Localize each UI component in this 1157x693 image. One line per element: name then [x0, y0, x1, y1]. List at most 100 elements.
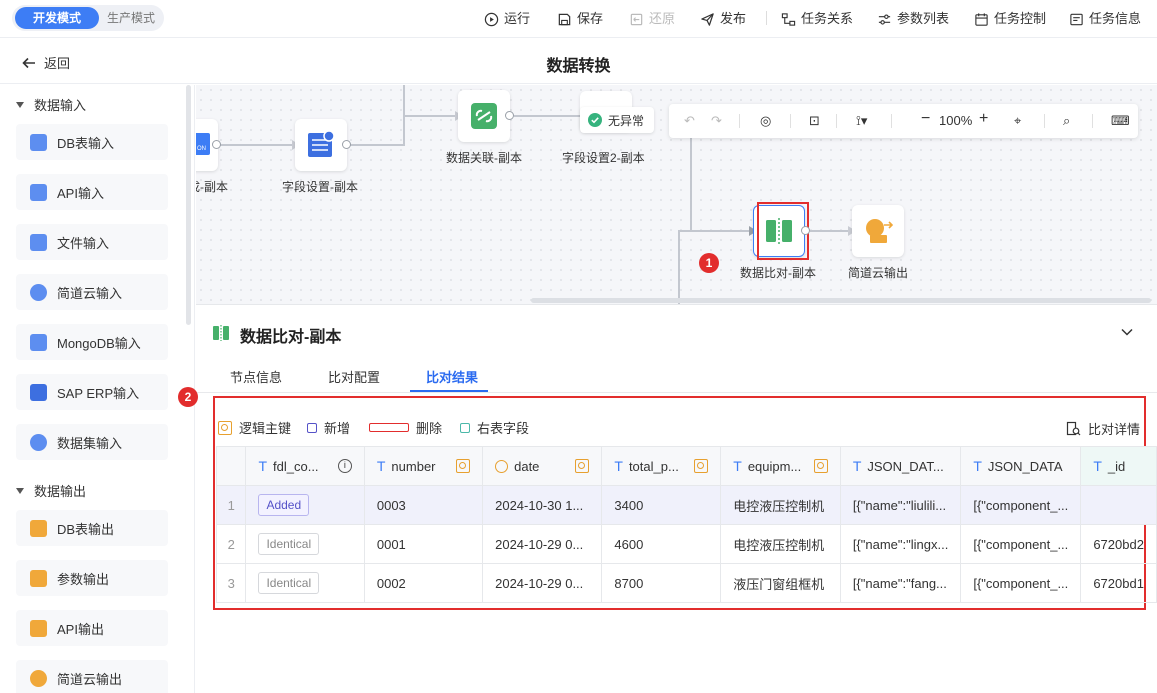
play-icon	[484, 12, 499, 26]
column-header[interactable]: Tequipm...	[720, 446, 841, 486]
canvas-horizontal-scrollbar[interactable]	[531, 298, 1151, 303]
sliders-icon	[878, 13, 891, 25]
status-badge: Identical	[258, 533, 320, 555]
info-icon[interactable]: i	[337, 459, 352, 473]
jdy-cloud-icon	[866, 219, 894, 243]
sidebar-item-sap-input[interactable]: SAP ERP输入	[16, 374, 168, 410]
output-port[interactable]	[801, 226, 810, 235]
output-port[interactable]	[505, 111, 514, 120]
chevron-down-icon[interactable]	[1120, 327, 1134, 337]
table-cell: 0001	[363, 524, 484, 564]
panel-title: 数据比对-副本	[240, 329, 342, 346]
sidebar-item-dataset-input[interactable]: 数据集输入	[16, 424, 168, 460]
table-row[interactable]: 3 Identical 0002 2024-10-29 0... 8700 液压…	[215, 563, 1157, 603]
column-header[interactable]: date	[482, 446, 603, 486]
text-type-icon: T	[258, 458, 268, 474]
task-relation-button[interactable]: 任务关系	[781, 9, 853, 29]
compare-detail-label: 比对详情	[1088, 422, 1141, 437]
sidebar-item-jdy-input[interactable]: 简道云输入	[16, 274, 168, 310]
column-header[interactable]: T _id	[1080, 446, 1157, 486]
api-icon	[30, 619, 47, 637]
column-label: number	[391, 458, 436, 474]
restore-button[interactable]: 还原	[629, 9, 675, 29]
sidebar-item-param-output[interactable]: 参数输出	[16, 560, 168, 596]
column-header[interactable]: Ttotal_p...	[601, 446, 722, 486]
flow-canvas[interactable]: ON 成-副本 字段设置-副本 数据关联-副本 字段设置2-副本 无异常 ↶ ↷…	[196, 85, 1157, 304]
back-button[interactable]: 返回	[22, 53, 70, 72]
search-icon[interactable]: ⌕	[1063, 113, 1070, 129]
sidebar-item-jdy-output[interactable]: 简道云输出	[16, 660, 168, 693]
row-number: 1	[215, 485, 247, 525]
sidebar-item-db-input[interactable]: DB表输入	[16, 124, 168, 160]
task-info-button[interactable]: 任务信息	[1069, 9, 1141, 29]
tab-compare-config[interactable]: 比对配置	[328, 367, 380, 386]
send-icon	[701, 12, 714, 26]
column-header[interactable]: Tnumber	[363, 446, 484, 486]
key-icon	[218, 420, 232, 435]
zoom-in-icon[interactable]: +	[979, 110, 988, 128]
output-port[interactable]	[342, 140, 351, 149]
keyboard-icon[interactable]: ⌨	[1111, 113, 1130, 129]
zoom-out-icon[interactable]: −	[921, 110, 930, 128]
legend-swatch	[460, 422, 470, 433]
sidebar-group-input[interactable]: 数据输入	[16, 95, 86, 114]
database-icon	[30, 133, 47, 151]
api-icon	[30, 183, 47, 201]
sidebar-item-api-input[interactable]: API输入	[16, 174, 168, 210]
column-label: total_p...	[628, 458, 679, 474]
zoom-level: 100%	[939, 113, 973, 128]
param-list-button[interactable]: 参数列表	[877, 9, 949, 29]
node-data-join[interactable]	[458, 90, 510, 142]
column-label: _id	[1107, 458, 1126, 474]
group-label: 数据输出	[34, 484, 87, 499]
status-indicator[interactable]: 无异常	[580, 107, 654, 133]
auto-layout-icon[interactable]: ◎	[760, 113, 771, 129]
node-field-setting[interactable]	[295, 119, 347, 171]
status-cell: Identical	[245, 524, 365, 564]
column-header[interactable]: Tfdl_co... i	[245, 446, 365, 486]
panel-tabs: 节点信息 比对配置 比对结果	[196, 355, 1157, 393]
tab-compare-result[interactable]: 比对结果	[426, 367, 478, 386]
sidebar-item-file-input[interactable]: 文件输入	[16, 224, 168, 260]
node-jdy-output[interactable]	[852, 205, 904, 257]
database-icon	[30, 519, 47, 537]
legend-swatch	[369, 423, 409, 432]
redo-icon[interactable]: ↷	[711, 113, 722, 129]
fit-view-icon[interactable]: ⊡	[809, 113, 820, 129]
undo-icon[interactable]: ↶	[684, 113, 695, 129]
locate-icon[interactable]: ⌖	[1014, 113, 1021, 129]
column-header[interactable]: T JSON_DAT...	[839, 446, 962, 486]
table-cell: [{"component_...	[960, 524, 1082, 564]
table-row[interactable]: 1 Added 0003 2024-10-30 1... 3400 电控液压控制…	[215, 485, 1157, 525]
field-settings-icon	[308, 130, 335, 157]
publish-label: 发布	[720, 11, 747, 26]
node-detail-panel: 数据比对-副本 节点信息 比对配置 比对结果 2 逻辑主键 新增 删除 右表字段…	[178, 304, 1157, 693]
column-header[interactable]: T JSON_DATA	[960, 446, 1082, 486]
table-row[interactable]: 2 Identical 0001 2024-10-29 0... 4600 电控…	[215, 524, 1157, 564]
task-control-button[interactable]: 任务控制	[974, 9, 1046, 29]
prod-mode-button[interactable]: 生产模式	[100, 7, 162, 29]
toolbar-divider	[891, 114, 892, 128]
run-button[interactable]: 运行	[484, 9, 530, 29]
tab-node-info[interactable]: 节点信息	[230, 367, 282, 386]
sidebar-item-api-output[interactable]: API输出	[16, 610, 168, 646]
sidebar-item-db-output[interactable]: DB表输出	[16, 510, 168, 546]
row-number-header	[215, 446, 247, 486]
param-list-label: 参数列表	[897, 11, 950, 26]
save-button[interactable]: 保存	[557, 9, 603, 29]
output-port[interactable]	[212, 140, 221, 149]
dev-mode-button[interactable]: 开发模式	[15, 7, 99, 29]
sidebar-group-output[interactable]: 数据输出	[16, 481, 86, 500]
node-label: 字段设置2-副本	[562, 151, 645, 165]
table-cell: 电控液压控制机	[720, 524, 841, 564]
sidebar-item-mongodb-input[interactable]: MongoDB输入	[16, 324, 168, 360]
compare-detail-button[interactable]: 比对详情	[1066, 419, 1140, 438]
table-cell: [{"name":"fang...	[839, 563, 962, 603]
sidebar-scrollbar[interactable]	[186, 85, 191, 325]
table-cell: 6720bd1	[1080, 563, 1157, 603]
sidebar-item-label: 简道云输出	[57, 671, 123, 687]
connector-style-icon[interactable]: ⟟▾	[856, 113, 867, 129]
text-type-icon: T	[376, 458, 386, 474]
publish-button[interactable]: 发布	[700, 9, 746, 29]
save-label: 保存	[577, 11, 604, 26]
